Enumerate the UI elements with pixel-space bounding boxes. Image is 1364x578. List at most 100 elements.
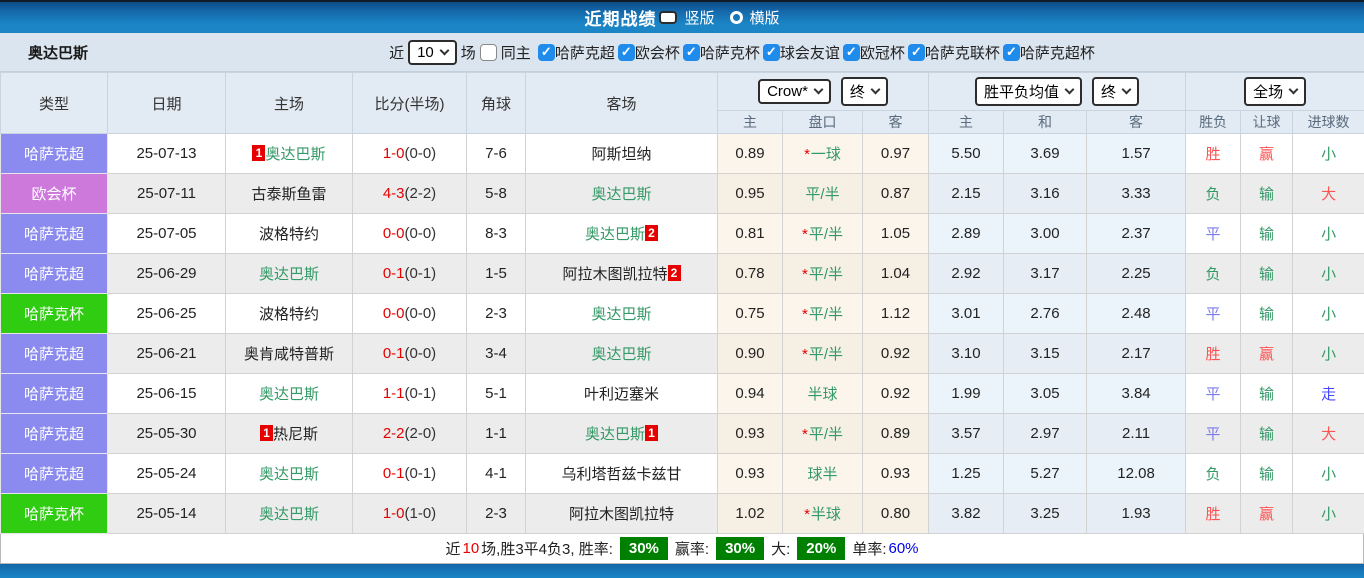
home-team[interactable]: 古泰斯鱼雷 xyxy=(251,186,326,203)
table-row: 哈萨克超25-06-29奥达巴斯0-1(0-1)1-5阿拉木图凯拉特20.78*… xyxy=(1,254,1364,294)
same-home-checkbox[interactable] xyxy=(480,44,497,61)
avg-odds-home: 3.57 xyxy=(929,414,1004,454)
away-team[interactable]: 阿拉木图凯拉特 xyxy=(569,506,674,523)
result-goals: 大 xyxy=(1293,414,1364,454)
half-time-score: (2-2) xyxy=(405,185,437,202)
handicap-win-badge: 30% xyxy=(716,537,764,560)
handicap-line: *一球 xyxy=(783,134,863,174)
home-team[interactable]: 波格特约 xyxy=(259,226,319,243)
league-checkbox-checked[interactable]: ✓ xyxy=(763,44,780,61)
home-team[interactable]: 奥肯咸特普斯 xyxy=(244,346,334,363)
handicap-text: 一球 xyxy=(811,146,841,163)
red-card-count: 1 xyxy=(260,425,273,441)
col-header-corner: 角球 xyxy=(467,73,526,134)
subheader-cell: 进球数 xyxy=(1293,111,1364,134)
bookmaker-select[interactable]: Crow* xyxy=(758,79,831,104)
home-team[interactable]: 奥达巴斯 xyxy=(259,506,319,523)
league-checkbox-checked[interactable]: ✓ xyxy=(843,44,860,61)
avg-type-select[interactable]: 胜平负均值 xyxy=(975,77,1082,106)
win-rate-badge: 30% xyxy=(620,537,668,560)
chevron-down-icon xyxy=(1065,85,1075,95)
away-cell: 阿拉木图凯拉特2 xyxy=(526,254,718,294)
half-time-score: (2-0) xyxy=(405,425,437,442)
league-checkbox-checked[interactable]: ✓ xyxy=(908,44,925,61)
half-time-score: (0-1) xyxy=(405,465,437,482)
home-team[interactable]: 奥达巴斯 xyxy=(265,146,325,163)
col-header-score: 比分(半场) xyxy=(353,73,467,134)
vertical-radio-label[interactable]: 竖版 xyxy=(684,7,714,28)
table-row: 哈萨克超25-05-301热尼斯2-2(2-0)1-1奥达巴斯10.93*平/半… xyxy=(1,414,1364,454)
half-time-score: (0-1) xyxy=(405,265,437,282)
avg-odds-away: 2.17 xyxy=(1087,334,1186,374)
league-filters: ✓哈萨克超✓欧会杯✓哈萨克杯✓球会友谊✓欧冠杯✓哈萨克联杯✓哈萨克超杯 xyxy=(535,42,1095,63)
home-team[interactable]: 热尼斯 xyxy=(273,426,318,443)
handicap-text: 平/半 xyxy=(809,306,843,323)
vertical-radio-selected[interactable] xyxy=(659,11,677,24)
away-team[interactable]: 奥达巴斯 xyxy=(585,226,645,243)
score-cell: 0-1(0-0) xyxy=(353,334,467,374)
full-time-score: 0-1 xyxy=(383,265,405,282)
full-time-score: 4-3 xyxy=(383,185,405,202)
result-wdl: 胜 xyxy=(1186,494,1241,534)
same-home-label: 同主 xyxy=(501,42,531,63)
avg-odds-draw: 2.97 xyxy=(1004,414,1087,454)
result-wdl: 平 xyxy=(1186,294,1241,334)
league-checkbox-checked[interactable]: ✓ xyxy=(618,44,635,61)
result-handicap: 输 xyxy=(1241,174,1293,214)
league-checkbox-checked[interactable]: ✓ xyxy=(1003,44,1020,61)
stats-text: 场,胜3平4负3, 胜率: xyxy=(481,538,613,559)
away-team[interactable]: 奥达巴斯 xyxy=(591,346,651,363)
match-date: 25-06-29 xyxy=(108,254,226,294)
handicap-time-select[interactable]: 终 xyxy=(841,77,888,106)
table-row: 哈萨克超25-06-21奥肯咸特普斯0-1(0-0)3-4奥达巴斯0.90*平/… xyxy=(1,334,1364,374)
league-checkbox-checked[interactable]: ✓ xyxy=(683,44,700,61)
avg-odds-away: 2.25 xyxy=(1087,254,1186,294)
result-wdl: 负 xyxy=(1186,454,1241,494)
result-goals: 小 xyxy=(1293,254,1364,294)
match-date: 25-05-24 xyxy=(108,454,226,494)
home-team[interactable]: 奥达巴斯 xyxy=(259,266,319,283)
handicap-text: 平/半 xyxy=(809,226,843,243)
avg-time-select[interactable]: 终 xyxy=(1092,77,1139,106)
near-label: 近 xyxy=(445,538,460,559)
away-team[interactable]: 叶利迈塞米 xyxy=(584,386,659,403)
away-team[interactable]: 奥达巴斯 xyxy=(591,186,651,203)
avg-odds-draw: 2.76 xyxy=(1004,294,1087,334)
match-count-select[interactable]: 10 xyxy=(408,40,457,65)
home-team[interactable]: 奥达巴斯 xyxy=(259,466,319,483)
handicap-text: 半球 xyxy=(807,386,837,403)
corner-score: 5-1 xyxy=(467,374,526,414)
full-time-score: 0-0 xyxy=(383,305,405,322)
away-team[interactable]: 阿拉木图凯拉特 xyxy=(562,266,667,283)
horizontal-radio[interactable] xyxy=(730,11,743,24)
league-checkbox-checked[interactable]: ✓ xyxy=(538,44,555,61)
horizontal-radio-label[interactable]: 横版 xyxy=(750,7,780,28)
league-badge: 哈萨克超 xyxy=(1,374,108,414)
score-cell: 0-1(0-1) xyxy=(353,454,467,494)
result-wdl: 平 xyxy=(1186,214,1241,254)
home-cell: 奥达巴斯 xyxy=(226,254,353,294)
scope-select-value: 全场 xyxy=(1253,81,1283,102)
away-team[interactable]: 阿斯坦纳 xyxy=(591,146,651,163)
scope-select[interactable]: 全场 xyxy=(1244,77,1306,106)
away-cell: 奥达巴斯 xyxy=(526,294,718,334)
table-row: 欧会杯25-07-11古泰斯鱼雷4-3(2-2)5-8奥达巴斯0.95平/半0.… xyxy=(1,174,1364,214)
away-team[interactable]: 奥达巴斯 xyxy=(591,306,651,323)
league-badge: 哈萨克超 xyxy=(1,454,108,494)
half-time-score: (0-1) xyxy=(405,385,437,402)
handicap-line: 平/半 xyxy=(783,174,863,214)
away-team[interactable]: 奥达巴斯 xyxy=(585,426,645,443)
subheader-cell: 客 xyxy=(863,111,929,134)
result-handicap: 赢 xyxy=(1241,494,1293,534)
topbar: 近期战绩 竖版 横版 xyxy=(0,0,1364,33)
handicap-odds-home: 0.94 xyxy=(718,374,783,414)
table-row: 哈萨克超25-07-131奥达巴斯1-0(0-0)7-6阿斯坦纳0.89*一球0… xyxy=(1,134,1364,174)
full-time-score: 2-2 xyxy=(383,425,405,442)
home-team[interactable]: 奥达巴斯 xyxy=(259,386,319,403)
result-wdl: 负 xyxy=(1186,254,1241,294)
away-team[interactable]: 乌利塔哲兹卡兹甘 xyxy=(561,466,681,483)
handicap-text: 球半 xyxy=(807,466,837,483)
avg-odds-draw: 3.00 xyxy=(1004,214,1087,254)
league-label: 欧冠杯 xyxy=(860,42,905,63)
home-team[interactable]: 波格特约 xyxy=(259,306,319,323)
